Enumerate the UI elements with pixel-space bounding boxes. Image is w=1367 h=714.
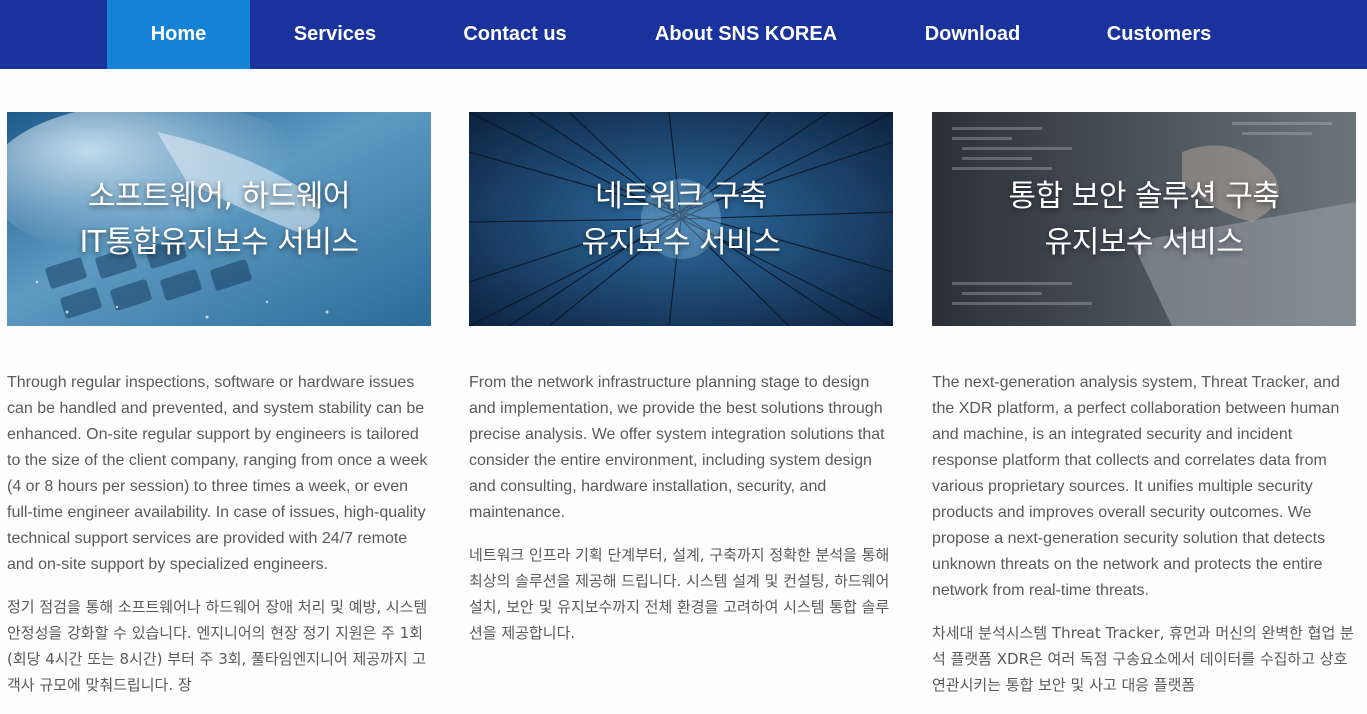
nav-item-download[interactable]: Download	[900, 0, 1045, 69]
nav-item-services[interactable]: Services	[270, 0, 400, 69]
top-navbar: Home Services Contact us About SNS KOREA…	[0, 0, 1367, 69]
card-description-en: From the network infrastructure planning…	[469, 374, 885, 521]
card-title-it-maintenance: 소프트웨어, 하드웨어 IT통합유지보수 서비스	[7, 174, 431, 266]
card-description-en: The next-generation analysis system, Thr…	[932, 374, 1340, 599]
card-title-security: 통합 보안 솔루션 구축 유지보수 서비스	[932, 174, 1356, 266]
nav-item-home[interactable]: Home	[107, 0, 250, 69]
card-title-line2: 유지보수 서비스	[581, 225, 781, 260]
nav-item-customers[interactable]: Customers	[1085, 0, 1233, 69]
card-description-ko: 네트워크 인프라 기획 단계부터, 설계, 구축까지 정확한 분석을 통해 최상…	[469, 546, 890, 642]
card-title-network: 네트워크 구축 유지보수 서비스	[469, 174, 893, 266]
card-title-line1: 소프트웨어, 하드웨어	[88, 179, 350, 214]
card-image-it-maintenance: 소프트웨어, 하드웨어 IT통합유지보수 서비스	[7, 112, 431, 326]
card-text-it-maintenance: Through regular inspections, software or…	[7, 370, 435, 714]
card-description-en: Through regular inspections, software or…	[7, 374, 428, 573]
nav-item-contact-us[interactable]: Contact us	[440, 0, 590, 69]
card-text-network: From the network infrastructure planning…	[469, 370, 895, 662]
card-image-security: 통합 보안 솔루션 구축 유지보수 서비스	[932, 112, 1356, 326]
card-description-ko: 차세대 분석시스템 Threat Tracker, 휴먼과 머신의 완벽한 협업…	[932, 624, 1354, 694]
nav-item-about[interactable]: About SNS KOREA	[630, 0, 862, 69]
card-image-network: 네트워크 구축 유지보수 서비스	[469, 112, 893, 326]
card-description-ko: 정기 점검을 통해 소프트웨어나 하드웨어 장애 처리 및 예방, 시스템 안정…	[7, 598, 428, 694]
card-text-security: The next-generation analysis system, Thr…	[932, 370, 1360, 714]
card-title-line2: IT통합유지보수 서비스	[79, 225, 359, 260]
card-title-line2: 유지보수 서비스	[1044, 225, 1244, 260]
card-title-line1: 네트워크 구축	[595, 179, 767, 214]
card-title-line1: 통합 보안 솔루션 구축	[1008, 179, 1280, 214]
